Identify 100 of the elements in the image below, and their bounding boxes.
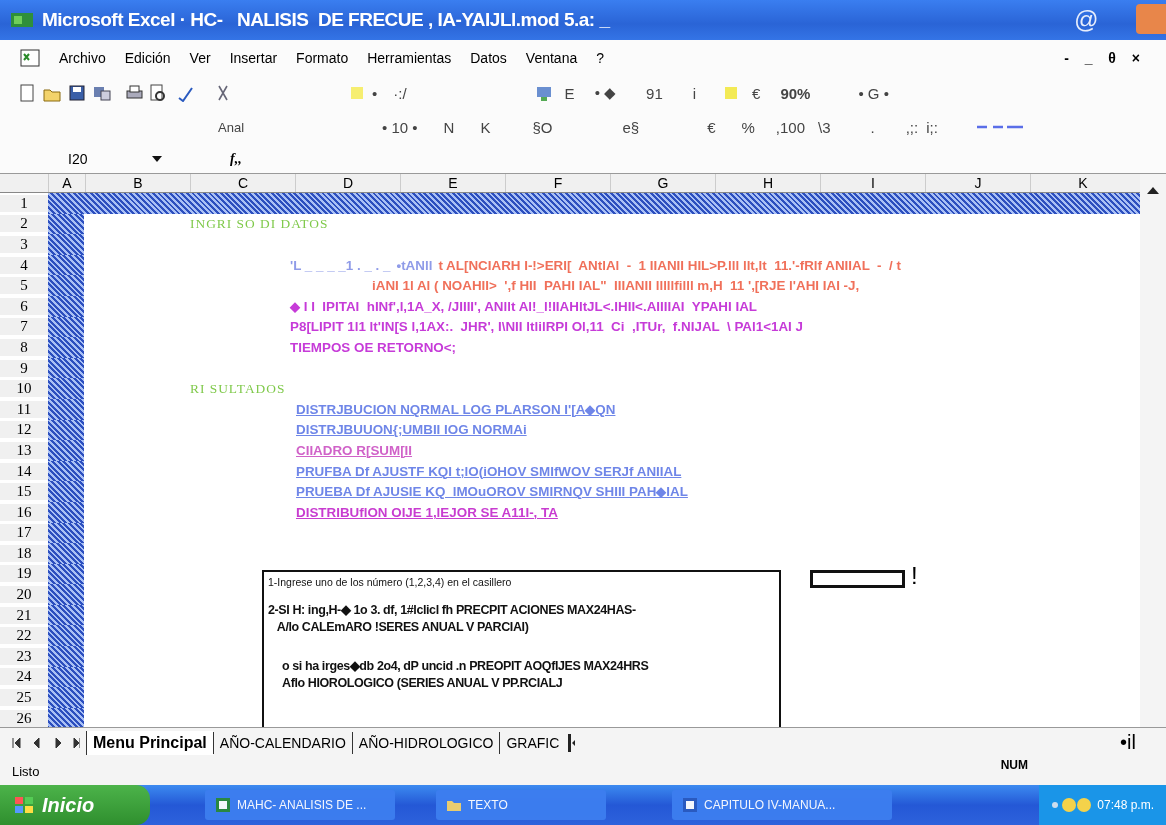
column-header[interactable]: J bbox=[925, 174, 1030, 192]
column-header[interactable]: G bbox=[610, 174, 715, 192]
toolbar-item[interactable]: 91 bbox=[646, 84, 663, 102]
taskbar-button[interactable]: TEXTO bbox=[436, 790, 606, 820]
hyperlink-text[interactable]: ◆ I I IPITAI hINf',l,1A_X, /JIIII', ANllt Al!_l!IIAHltJL<.IHII<.AIIIIAI YPAHI IAL bbox=[290, 298, 757, 314]
toolbar-item[interactable]: e§ bbox=[622, 118, 640, 136]
row-header[interactable]: 14 bbox=[0, 462, 48, 480]
toolbar-item[interactable]: K bbox=[480, 118, 491, 136]
name-box[interactable]: I20 bbox=[68, 150, 128, 167]
row-header[interactable]: 9 bbox=[0, 359, 48, 377]
menu-item[interactable]: Ver bbox=[189, 50, 211, 66]
toolbar-item[interactable]: i;: bbox=[926, 118, 938, 136]
column-header[interactable]: I bbox=[820, 174, 925, 192]
menu-item[interactable]: Edición bbox=[124, 50, 171, 66]
row-header[interactable]: 8 bbox=[0, 338, 48, 356]
tab-scroll-buttons-icon[interactable] bbox=[12, 737, 80, 748]
row-header[interactable]: 11 bbox=[0, 400, 48, 418]
column-header[interactable]: H bbox=[715, 174, 820, 192]
menu-item[interactable]: Ventana bbox=[525, 50, 578, 66]
menu-item[interactable]: Herramientas bbox=[367, 50, 452, 66]
scroll-up-icon[interactable] bbox=[1147, 186, 1159, 194]
line-style-icon[interactable] bbox=[976, 125, 1023, 129]
toolbar-item[interactable]: • bbox=[372, 84, 378, 102]
toolbar-item[interactable]: E bbox=[564, 84, 575, 102]
menu-item[interactable]: Insertar bbox=[229, 50, 278, 66]
menu-item[interactable]: ? bbox=[596, 50, 604, 66]
row-header[interactable]: 7 bbox=[0, 318, 48, 336]
toolbar-item[interactable]: ·:/ bbox=[393, 84, 407, 102]
row-header[interactable]: 23 bbox=[0, 647, 48, 665]
column-header[interactable]: K bbox=[1030, 174, 1135, 192]
window-controls[interactable]: - _ θ × bbox=[1064, 50, 1146, 66]
vertical-scrollbar[interactable] bbox=[1140, 174, 1166, 727]
toolbar-item[interactable]: • 10 • bbox=[382, 118, 418, 136]
toolbar-item[interactable]: 90% bbox=[780, 84, 811, 102]
column-header[interactable]: C bbox=[190, 174, 295, 192]
input-cell-box[interactable] bbox=[810, 570, 905, 588]
hyperlink-text[interactable]: TIEMPOS OE RETORNO<; bbox=[290, 339, 457, 355]
toolbar-item[interactable]: • ◆ bbox=[594, 84, 617, 102]
row-header[interactable]: 4 bbox=[0, 256, 48, 274]
exclamation-mark: ! bbox=[911, 562, 918, 590]
row-header[interactable]: 1 bbox=[0, 194, 48, 212]
row-header[interactable]: 12 bbox=[0, 421, 48, 439]
row-header[interactable]: 26 bbox=[0, 709, 48, 727]
column-header[interactable]: F bbox=[505, 174, 610, 192]
row-header[interactable]: 6 bbox=[0, 297, 48, 315]
row-header[interactable]: 18 bbox=[0, 544, 48, 562]
toolbar-item[interactable]: ,;: bbox=[905, 118, 919, 136]
section-heading: RI SULTADOS bbox=[190, 380, 286, 397]
tab-split-handle-icon[interactable] bbox=[567, 733, 576, 752]
sheet-tab[interactable]: AÑO-CALENDARIO bbox=[212, 731, 352, 754]
column-header[interactable]: B bbox=[85, 174, 190, 192]
menu-item[interactable]: Datos bbox=[470, 50, 507, 66]
function-button[interactable]: f,, bbox=[230, 150, 242, 167]
toolbar-item[interactable]: • G • bbox=[858, 84, 889, 102]
print-preview-icon[interactable] bbox=[148, 84, 166, 102]
toolbar-item[interactable]: € bbox=[752, 84, 761, 102]
printer-icon[interactable] bbox=[125, 84, 143, 102]
instruction-text: o si ha irges◆db 2o4, dP uncid .n PREOPIT AOQflJES MAX24HRS Aflo HIOROLOGICO (SERIES ANUAL V PP.RCIALJ bbox=[281, 658, 650, 692]
column-header[interactable]: E bbox=[400, 174, 505, 192]
dropdown-arrow-icon[interactable] bbox=[152, 155, 162, 162]
row-header[interactable]: 16 bbox=[0, 503, 48, 521]
row-header[interactable]: 17 bbox=[0, 524, 48, 542]
toolbar-item[interactable]: % bbox=[741, 118, 755, 136]
column-header[interactable]: D bbox=[295, 174, 400, 192]
taskbar-button[interactable]: CAPITULO IV-MANUA... bbox=[672, 790, 892, 820]
taskbar-button[interactable]: MAHC- ANALISIS DE ... bbox=[205, 790, 395, 820]
new-document-icon[interactable] bbox=[18, 84, 36, 102]
toolbar-item[interactable]: . bbox=[870, 118, 875, 136]
tab-bar-mark: •il bbox=[1120, 731, 1136, 754]
row-header[interactable]: 21 bbox=[0, 606, 48, 624]
menu-item[interactable]: Formato bbox=[296, 50, 349, 66]
row-header[interactable]: 10 bbox=[0, 380, 48, 398]
toolbar-item[interactable]: i bbox=[692, 84, 697, 102]
spreadsheet-icon bbox=[215, 797, 231, 813]
row-header[interactable]: 15 bbox=[0, 483, 48, 501]
row-header[interactable]: 3 bbox=[0, 236, 48, 253]
sheet-tab[interactable]: AÑO-HIDROLOGICO bbox=[351, 731, 500, 754]
workbook-icon[interactable] bbox=[20, 49, 40, 67]
row-header[interactable]: 20 bbox=[0, 586, 48, 604]
sheet-tab[interactable]: GRAFIC bbox=[499, 731, 566, 754]
toolbar-item[interactable]: Anal bbox=[218, 119, 245, 135]
menu-item[interactable]: Archivo bbox=[59, 50, 106, 66]
row-header[interactable]: 22 bbox=[0, 627, 48, 645]
row-header[interactable]: 2 bbox=[0, 215, 48, 233]
status-text: Listo bbox=[12, 763, 40, 779]
sheet-tab[interactable]: Menu Principal bbox=[86, 730, 213, 755]
row-header[interactable]: 13 bbox=[0, 441, 48, 459]
toolbar-item[interactable]: \3 bbox=[818, 118, 831, 136]
row-header[interactable]: 19 bbox=[0, 565, 48, 583]
hyperlink-text[interactable]: P8[LIPIT 1l1 lt'IN[S l,1AX:. JHR', I\NII ltlilRPI Ol,11 Ci ,ITUr, f.NIJAL \ PAl1<1AI J bbox=[290, 319, 803, 335]
toolbar-item[interactable]: € bbox=[707, 118, 716, 136]
row-header[interactable]: 5 bbox=[0, 277, 48, 295]
title-bar-mark: @ bbox=[1073, 6, 1098, 34]
toolbar-item[interactable]: §O bbox=[532, 118, 553, 136]
hyperlink-text[interactable]: DISTRIBUflON OIJE 1,lEJOR SE A11I-, TA bbox=[296, 504, 558, 520]
toolbar-item[interactable]: ,100 bbox=[775, 118, 805, 136]
column-header[interactable]: A bbox=[48, 174, 85, 192]
row-header[interactable]: 25 bbox=[0, 689, 48, 707]
row-header[interactable]: 24 bbox=[0, 668, 48, 686]
toolbar-item[interactable]: N bbox=[443, 118, 455, 136]
